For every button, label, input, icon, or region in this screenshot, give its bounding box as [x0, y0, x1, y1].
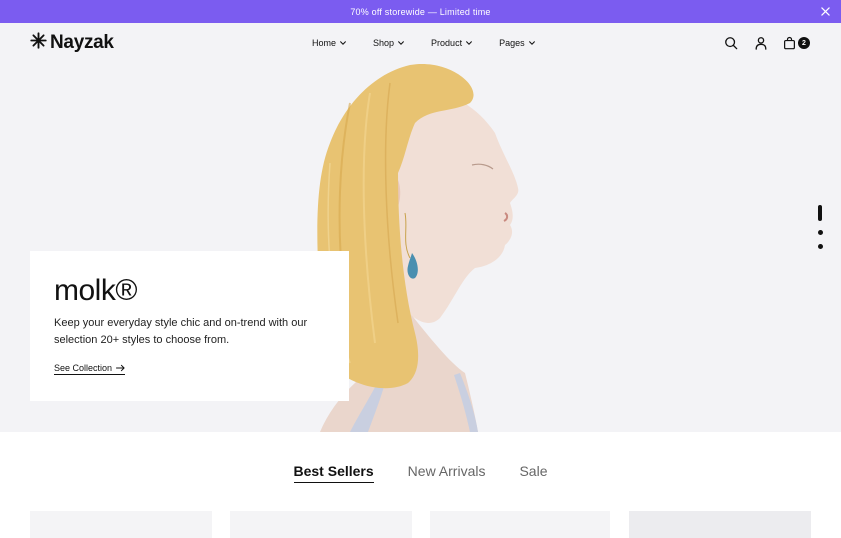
search-icon[interactable]: [723, 35, 739, 51]
asterisk-logo-icon: [30, 32, 47, 54]
nav-label: Home: [312, 38, 337, 48]
chevron-down-icon: [340, 41, 346, 45]
nav-item-pages[interactable]: Pages: [499, 38, 536, 48]
tab-new-arrivals[interactable]: New Arrivals: [408, 463, 486, 483]
site-header: Nayzak Home Shop Product Pages 2: [0, 23, 841, 63]
product-card[interactable]: [629, 511, 811, 538]
nav-label: Shop: [373, 38, 395, 48]
nav-item-home[interactable]: Home: [312, 38, 347, 48]
hero-description: Keep your everyday style chic and on-tre…: [54, 317, 308, 346]
arrow-right-icon: [116, 364, 125, 372]
cart-count-badge: 2: [798, 37, 810, 49]
slide-dot[interactable]: [817, 230, 823, 235]
hero-title: molk®: [54, 274, 137, 307]
logo-text: Nayzak: [50, 32, 114, 53]
chevron-down-icon: [528, 41, 535, 45]
shopping-bag-icon: [784, 36, 795, 50]
header-actions: 2: [723, 23, 811, 63]
close-icon[interactable]: [819, 5, 831, 17]
slider-pagination: [817, 205, 823, 249]
nav-label: Product: [431, 38, 463, 48]
slide-dot[interactable]: [817, 244, 823, 249]
cart-button[interactable]: 2: [783, 36, 811, 50]
product-card[interactable]: [30, 511, 212, 538]
nav-item-shop[interactable]: Shop: [373, 38, 405, 48]
user-icon[interactable]: [753, 35, 769, 51]
announcement-text: 70% off storewide — Limited time: [350, 6, 491, 17]
main-nav: Home Shop Product Pages: [312, 23, 536, 63]
logo[interactable]: Nayzak: [30, 32, 114, 54]
product-card[interactable]: [430, 511, 610, 538]
hero-banner: molk® Keep your everyday style chic and …: [0, 63, 841, 432]
product-grid: [30, 511, 811, 538]
see-collection-link[interactable]: See Collection: [54, 363, 126, 375]
product-tabs: Best Sellers New Arrivals Sale: [0, 463, 841, 483]
announcement-bar: 70% off storewide — Limited time: [0, 0, 841, 23]
slide-dot-active[interactable]: [818, 205, 822, 221]
nav-item-product[interactable]: Product: [431, 38, 473, 48]
chevron-down-icon: [466, 41, 472, 45]
nav-label: Pages: [499, 38, 525, 48]
tab-best-sellers[interactable]: Best Sellers: [293, 463, 374, 483]
hero-card: molk® Keep your everyday style chic and …: [30, 251, 349, 401]
product-card[interactable]: [230, 511, 412, 538]
see-collection-label: See Collection: [54, 363, 113, 373]
chevron-down-icon: [398, 41, 404, 45]
tab-sale[interactable]: Sale: [519, 463, 547, 483]
